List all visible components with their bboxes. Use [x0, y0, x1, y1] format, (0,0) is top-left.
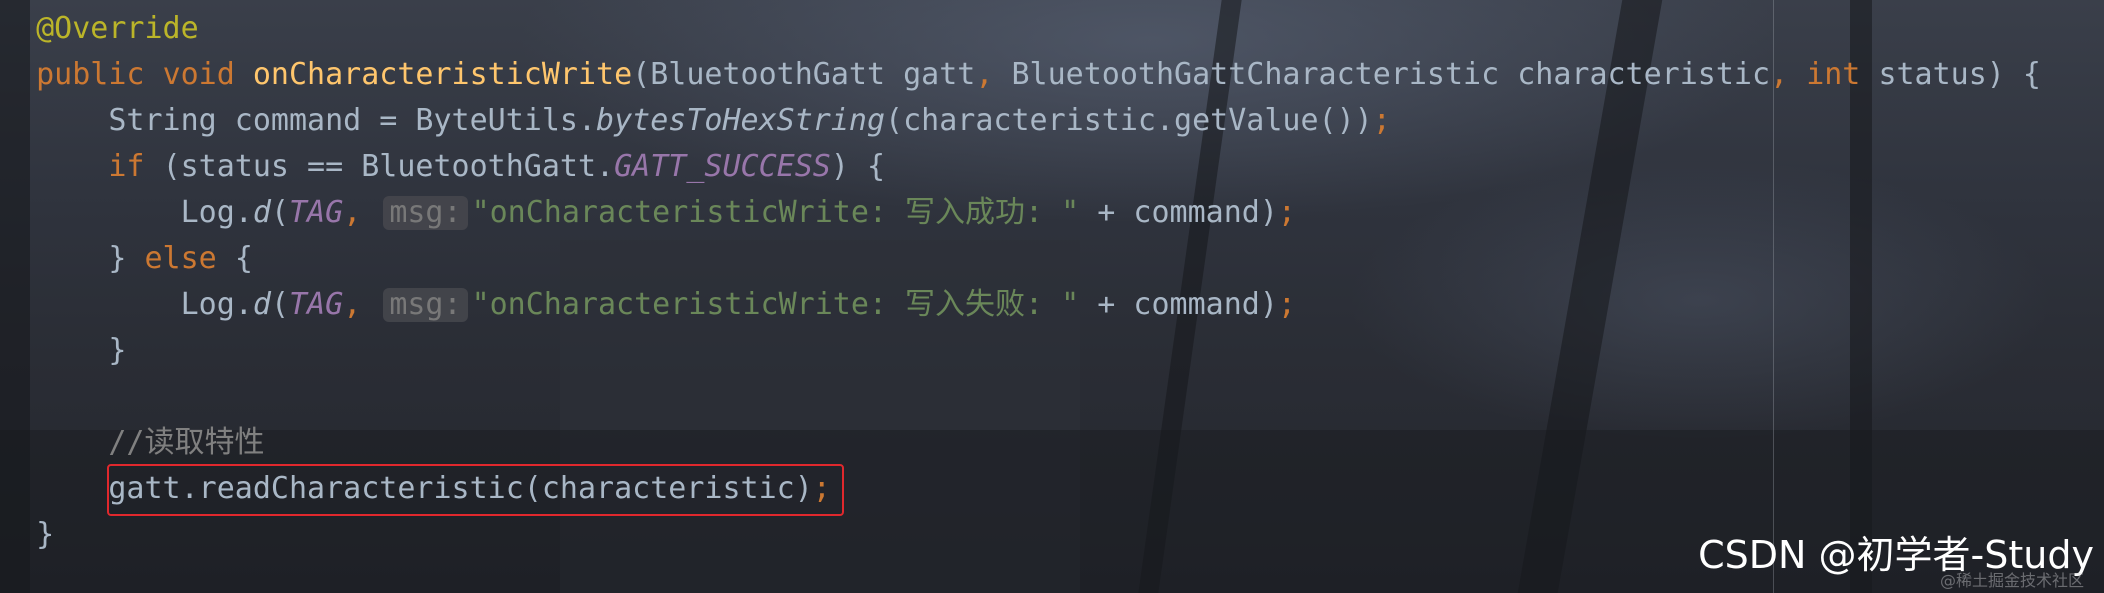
code-token: else	[144, 241, 235, 276]
code-line[interactable]: Log.d(TAG, msg: "onCharacteristicWrite: 写…	[0, 282, 2041, 328]
code-token: (	[270, 287, 289, 322]
code-token: public	[36, 57, 163, 92]
code-token: ;	[1277, 287, 1296, 322]
code-token: (status == BluetoothGatt.	[162, 149, 615, 184]
code-token: ,	[343, 195, 380, 230]
code-token: d	[252, 287, 271, 322]
code-token: d	[252, 195, 271, 230]
code-token: ,	[975, 57, 1012, 92]
code-token: ;	[1277, 195, 1296, 230]
code-token: onCharacteristicWrite	[252, 57, 633, 92]
code-token: BluetoothGattCharacteristic characterist…	[1011, 57, 1771, 92]
code-token: //读取特性	[108, 425, 265, 460]
code-line[interactable]: //读取特性	[0, 420, 2041, 466]
code-line[interactable]: Log.d(TAG, msg: "onCharacteristicWrite: 写…	[0, 190, 2041, 236]
code-line[interactable]: @Override	[0, 6, 2041, 52]
code-token: {	[234, 241, 253, 276]
code-line[interactable]: if (status == BluetoothGatt.GATT_SUCCESS…	[0, 144, 2041, 190]
code-token: String command = ByteUtils.	[108, 103, 597, 138]
code-token: Log.	[180, 195, 253, 230]
code-token: }	[108, 241, 145, 276]
parameter-hint: msg:	[383, 288, 468, 322]
code-token: @Override	[36, 11, 199, 46]
highlight-box	[107, 464, 844, 516]
code-token: ;	[1372, 103, 1391, 138]
code-token: }	[36, 517, 55, 552]
code-token: (characteristic.getValue())	[885, 103, 1373, 138]
code-token: Log.	[180, 287, 253, 322]
code-token: status) {	[1878, 57, 2041, 92]
code-token: bytesToHexString	[596, 103, 886, 138]
code-token: ,	[343, 287, 380, 322]
code-token: GATT_SUCCESS	[614, 149, 831, 184]
juejin-watermark: @稀土掘金技术社区	[1939, 571, 2084, 590]
code-token: + command)	[1079, 195, 1278, 230]
code-token: + command)	[1079, 287, 1278, 322]
code-line[interactable]: String command = ByteUtils.bytesToHexStr…	[0, 98, 2041, 144]
code-token: (BluetoothGatt gatt	[632, 57, 976, 92]
code-line[interactable]: }	[0, 328, 2041, 374]
parameter-hint: msg:	[383, 196, 468, 230]
code-token: "onCharacteristicWrite: 写入失败: "	[471, 287, 1080, 322]
code-token: void	[162, 57, 253, 92]
code-line[interactable]: } else {	[0, 236, 2041, 282]
code-token: if	[108, 149, 163, 184]
code-token: "onCharacteristicWrite: 写入成功: "	[471, 195, 1080, 230]
code-token: ,	[1770, 57, 1807, 92]
code-token: (	[270, 195, 289, 230]
code-line[interactable]: public void onCharacteristicWrite(Blueto…	[0, 52, 2041, 98]
code-token: TAG	[289, 195, 344, 230]
code-line[interactable]	[0, 374, 2041, 420]
code-token: }	[108, 333, 127, 368]
code-token: int	[1806, 57, 1879, 92]
code-token: TAG	[289, 287, 344, 322]
code-token: ) {	[830, 149, 886, 184]
